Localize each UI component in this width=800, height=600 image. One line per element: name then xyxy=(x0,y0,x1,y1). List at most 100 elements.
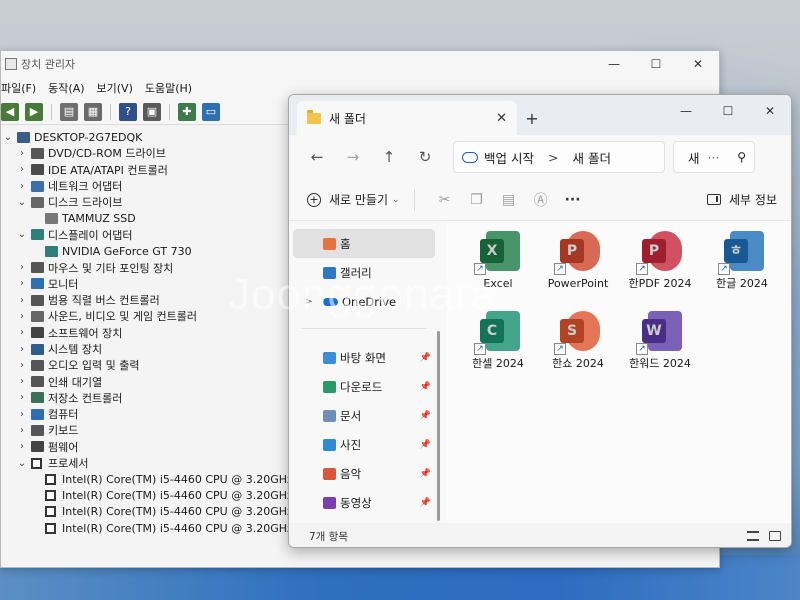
monitor-icon[interactable]: ▭ xyxy=(202,102,220,121)
chevron-down-icon[interactable]: ⌄ xyxy=(17,458,27,469)
copy-icon[interactable]: ❐ xyxy=(461,186,493,214)
more-options-icon[interactable]: ··· xyxy=(557,186,589,214)
file-item[interactable]: W ↗ 한워드 2024 xyxy=(627,309,693,370)
breadcrumb-current[interactable]: 새 폴더 xyxy=(572,148,610,167)
menu-file[interactable]: 파일(F) xyxy=(1,80,44,96)
tab-close-icon[interactable]: ✕ xyxy=(496,111,507,126)
file-list[interactable]: X ↗ Excel P ↗ PowerPoint P ↗ 한PDF 2024 ㅎ ↗ 한글 2024 C… xyxy=(447,221,791,523)
maximize-button[interactable]: ☐ xyxy=(635,51,677,77)
tree-row-label: 마우스 및 기타 포인팅 장치 xyxy=(48,261,174,275)
chevron-right-icon[interactable]: › xyxy=(17,262,27,273)
explorer-tab[interactable]: 새 폴더 ✕ xyxy=(297,101,517,135)
display-adapter-icon xyxy=(31,229,44,241)
chevron-right-icon[interactable]: › xyxy=(17,148,27,159)
pin-icon[interactable]: 📌 xyxy=(420,382,431,392)
chevron-right-icon[interactable]: › xyxy=(17,392,27,403)
back-arrow-icon[interactable]: ← xyxy=(299,142,335,172)
search-box[interactable]: 새 ··· ⚲ xyxy=(673,141,755,173)
tiles-view-icon[interactable] xyxy=(769,531,781,541)
quick-access-label: 바탕 화면 xyxy=(340,350,386,365)
chevron-right-icon[interactable]: › xyxy=(17,181,27,192)
quick-access-item[interactable]: 문서 📌 xyxy=(293,401,435,430)
chevron-down-icon[interactable]: ⌄ xyxy=(3,132,13,143)
chevron-right-icon[interactable]: › xyxy=(17,311,27,322)
chevron-right-icon[interactable]: › xyxy=(17,409,27,420)
breadcrumb-root[interactable]: 백업 시작 xyxy=(484,148,534,167)
help-icon[interactable]: ? xyxy=(119,102,137,121)
details-view-icon[interactable] xyxy=(747,531,759,541)
chevron-right-icon[interactable]: › xyxy=(17,327,27,338)
sidebar-item[interactable]: > OneDrive xyxy=(293,287,435,316)
close-button[interactable]: ✕ xyxy=(749,95,791,127)
close-button[interactable]: ✕ xyxy=(677,51,719,77)
quick-access-label: 동영상 xyxy=(340,495,372,510)
chevron-right-icon[interactable]: › xyxy=(17,278,27,289)
chevron-down-icon[interactable]: ⌄ xyxy=(17,229,27,240)
command-separator xyxy=(413,188,415,211)
chevron-right-icon[interactable]: › xyxy=(17,441,27,452)
sidebar-item[interactable]: 갤러리 xyxy=(293,258,435,287)
pin-icon[interactable]: 📌 xyxy=(420,440,431,450)
explorer-command-bar: + 새로 만들기 ⌄ ✂ ❐ ▤ Ⓐ ··· 세부 정보 xyxy=(289,179,791,221)
file-item[interactable]: X ↗ Excel xyxy=(465,229,531,290)
new-button[interactable]: + 새로 만들기 ⌄ xyxy=(307,191,400,208)
pin-icon[interactable]: 📌 xyxy=(420,411,431,421)
scan-hardware-icon[interactable]: ✚ xyxy=(178,102,196,121)
minimize-button[interactable]: — xyxy=(593,51,635,77)
menu-action[interactable]: 동작(A) xyxy=(48,80,92,96)
back-arrow-icon[interactable]: ◀ xyxy=(1,102,19,121)
cut-icon[interactable]: ✂ xyxy=(429,186,461,214)
mouse-icon xyxy=(31,262,44,274)
file-item[interactable]: ㅎ ↗ 한글 2024 xyxy=(709,229,775,290)
quick-access-item[interactable]: 바탕 화면 📌 xyxy=(293,343,435,372)
details-pane-button[interactable]: 세부 정보 xyxy=(707,191,777,208)
menu-view[interactable]: 보기(V) xyxy=(97,80,141,96)
file-item[interactable]: P ↗ PowerPoint xyxy=(545,229,611,290)
nav-scrollbar[interactable] xyxy=(437,331,440,521)
chevron-right-icon[interactable]: › xyxy=(17,360,27,371)
search-input[interactable]: 새 xyxy=(688,148,700,167)
device-manager-titlebar[interactable]: 장치 관리자 — ☐ ✕ xyxy=(1,51,719,77)
paste-icon[interactable]: ▤ xyxy=(493,186,525,214)
file-explorer-window[interactable]: 새 폴더 ✕ + — ☐ ✕ ← → ↑ ↻ 백업 시작 > 새 폴더 새 ··… xyxy=(288,94,792,548)
file-item[interactable]: P ↗ 한PDF 2024 xyxy=(627,229,693,290)
forward-arrow-icon[interactable]: → xyxy=(335,142,371,172)
chevron-right-icon[interactable]: › xyxy=(17,376,27,387)
file-label: 한글 2024 xyxy=(716,277,768,290)
rename-icon[interactable]: Ⓐ xyxy=(525,186,557,214)
file-item[interactable]: C ↗ 한셀 2024 xyxy=(465,309,531,370)
properties-icon[interactable]: ▦ xyxy=(84,102,102,121)
pin-icon[interactable]: 📌 xyxy=(420,353,431,363)
quick-access-item[interactable]: 사진 📌 xyxy=(293,430,435,459)
forward-arrow-icon[interactable]: ▶ xyxy=(25,102,43,121)
chevron-right-icon[interactable]: › xyxy=(17,164,27,175)
chevron-right-icon[interactable]: › xyxy=(17,295,27,306)
chevron-right-icon[interactable]: › xyxy=(17,344,27,355)
tree-row-label: 소프트웨어 장치 xyxy=(48,326,123,340)
show-hide-tree-icon[interactable]: ▤ xyxy=(60,102,78,121)
cloud-backup-icon xyxy=(462,151,478,163)
quick-access-item[interactable]: 음악 📌 xyxy=(293,459,435,488)
search-icon[interactable]: ⚲ xyxy=(737,150,746,164)
quick-access-item[interactable]: 동영상 📌 xyxy=(293,488,435,517)
action-icon[interactable]: ▣ xyxy=(143,102,161,121)
minimize-button[interactable]: — xyxy=(665,95,707,127)
refresh-icon[interactable]: ↻ xyxy=(407,142,443,172)
chevron-down-icon[interactable]: ⌄ xyxy=(17,197,27,208)
quick-access-label: 다운로드 xyxy=(340,379,383,394)
chevron-right-icon[interactable]: › xyxy=(17,425,27,436)
pin-icon[interactable]: 📌 xyxy=(420,498,431,508)
up-arrow-icon[interactable]: ↑ xyxy=(371,142,407,172)
new-tab-button[interactable]: + xyxy=(517,101,547,135)
file-item[interactable]: S ↗ 한쇼 2024 xyxy=(545,309,611,370)
ide-controller-icon xyxy=(31,164,44,176)
chevron-right-icon[interactable]: > xyxy=(305,297,313,307)
sidebar-item[interactable]: 홈 xyxy=(293,229,435,258)
pin-icon[interactable]: 📌 xyxy=(420,469,431,479)
quick-access-item[interactable]: 다운로드 📌 xyxy=(293,372,435,401)
tree-row-label: Intel(R) Core(TM) i5-4460 CPU @ 3.20GHz xyxy=(62,521,293,535)
address-bar[interactable]: 백업 시작 > 새 폴더 xyxy=(453,141,665,173)
menu-help[interactable]: 도움말(H) xyxy=(145,80,200,96)
breadcrumb-separator[interactable]: > xyxy=(548,150,558,165)
maximize-button[interactable]: ☐ xyxy=(707,95,749,127)
